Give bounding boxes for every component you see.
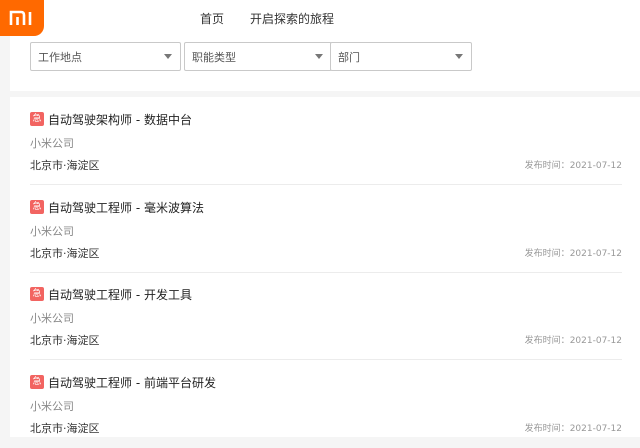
job-publish-date: 发布时间：2021-07-12: [525, 158, 622, 171]
job-list-item[interactable]: 急 自动驾驶架构师 - 数据中台 小米公司 北京市·海淀区 发布时间：2021-…: [30, 97, 622, 185]
job-location: 北京市·海淀区: [30, 334, 100, 347]
job-company: 小米公司: [30, 225, 74, 238]
job-function-select[interactable]: 职能类型: [184, 42, 332, 71]
job-publish-date: 发布时间：2021-07-12: [525, 333, 622, 346]
publish-date-value: 2021-07-12: [569, 161, 622, 171]
job-publish-date: 发布时间：2021-07-12: [525, 421, 622, 434]
urgent-badge: 急: [30, 112, 44, 126]
publish-date-value: 2021-07-12: [569, 424, 622, 434]
job-list-item[interactable]: 急 自动驾驶工程师 - 前端平台研发 小米公司 北京市·海淀区 发布时间：202…: [30, 360, 622, 448]
job-location: 北京市·海淀区: [30, 247, 100, 260]
chevron-down-icon: [315, 54, 323, 59]
job-company: 小米公司: [30, 400, 74, 413]
job-location: 北京市·海淀区: [30, 422, 100, 435]
chevron-down-icon: [164, 54, 172, 59]
filter-bar: 工作地点 职能类型 部门: [10, 36, 640, 91]
publish-date-label: 发布时间：: [524, 424, 570, 434]
job-list-item[interactable]: 急 自动驾驶工程师 - 毫米波算法 小米公司 北京市·海淀区 发布时间：2021…: [30, 185, 622, 273]
job-title[interactable]: 自动驾驶架构师 - 数据中台: [48, 111, 192, 128]
urgent-badge: 急: [30, 200, 44, 214]
nav-explore-link[interactable]: 开启探索的旅程: [250, 10, 334, 27]
urgent-badge: 急: [30, 375, 44, 389]
location-select[interactable]: 工作地点: [30, 42, 181, 71]
job-company: 小米公司: [30, 312, 74, 325]
job-publish-date: 发布时间：2021-07-12: [525, 246, 622, 259]
top-navigation-bar: 首页 开启探索的旅程: [0, 0, 640, 36]
job-title[interactable]: 自动驾驶工程师 - 开发工具: [48, 286, 192, 303]
nav-home-link[interactable]: 首页: [200, 10, 224, 27]
department-select-placeholder: 部门: [338, 50, 360, 64]
department-select[interactable]: 部门: [330, 42, 472, 71]
job-company: 小米公司: [30, 137, 74, 150]
location-select-placeholder: 工作地点: [38, 50, 82, 64]
job-list: 急 自动驾驶架构师 - 数据中台 小米公司 北京市·海淀区 发布时间：2021-…: [10, 97, 640, 437]
job-function-select-placeholder: 职能类型: [192, 50, 236, 64]
urgent-badge: 急: [30, 287, 44, 301]
publish-date-label: 发布时间：: [524, 336, 570, 346]
publish-date-label: 发布时间：: [524, 249, 570, 259]
job-title-row: 急 自动驾驶工程师 - 开发工具: [30, 286, 192, 302]
job-list-item[interactable]: 急 自动驾驶工程师 - 开发工具 小米公司 北京市·海淀区 发布时间：2021-…: [30, 272, 622, 360]
job-title-row: 急 自动驾驶工程师 - 前端平台研发: [30, 374, 216, 390]
job-title[interactable]: 自动驾驶工程师 - 毫米波算法: [48, 199, 204, 216]
xiaomi-logo[interactable]: [0, 0, 44, 36]
job-location: 北京市·海淀区: [30, 159, 100, 172]
job-title[interactable]: 自动驾驶工程师 - 前端平台研发: [48, 374, 216, 391]
publish-date-label: 发布时间：: [524, 161, 570, 171]
publish-date-value: 2021-07-12: [569, 249, 622, 259]
mi-logo-icon: [9, 10, 32, 25]
job-title-row: 急 自动驾驶架构师 - 数据中台: [30, 111, 192, 127]
publish-date-value: 2021-07-12: [569, 336, 622, 346]
job-title-row: 急 自动驾驶工程师 - 毫米波算法: [30, 199, 204, 215]
chevron-down-icon: [455, 54, 463, 59]
